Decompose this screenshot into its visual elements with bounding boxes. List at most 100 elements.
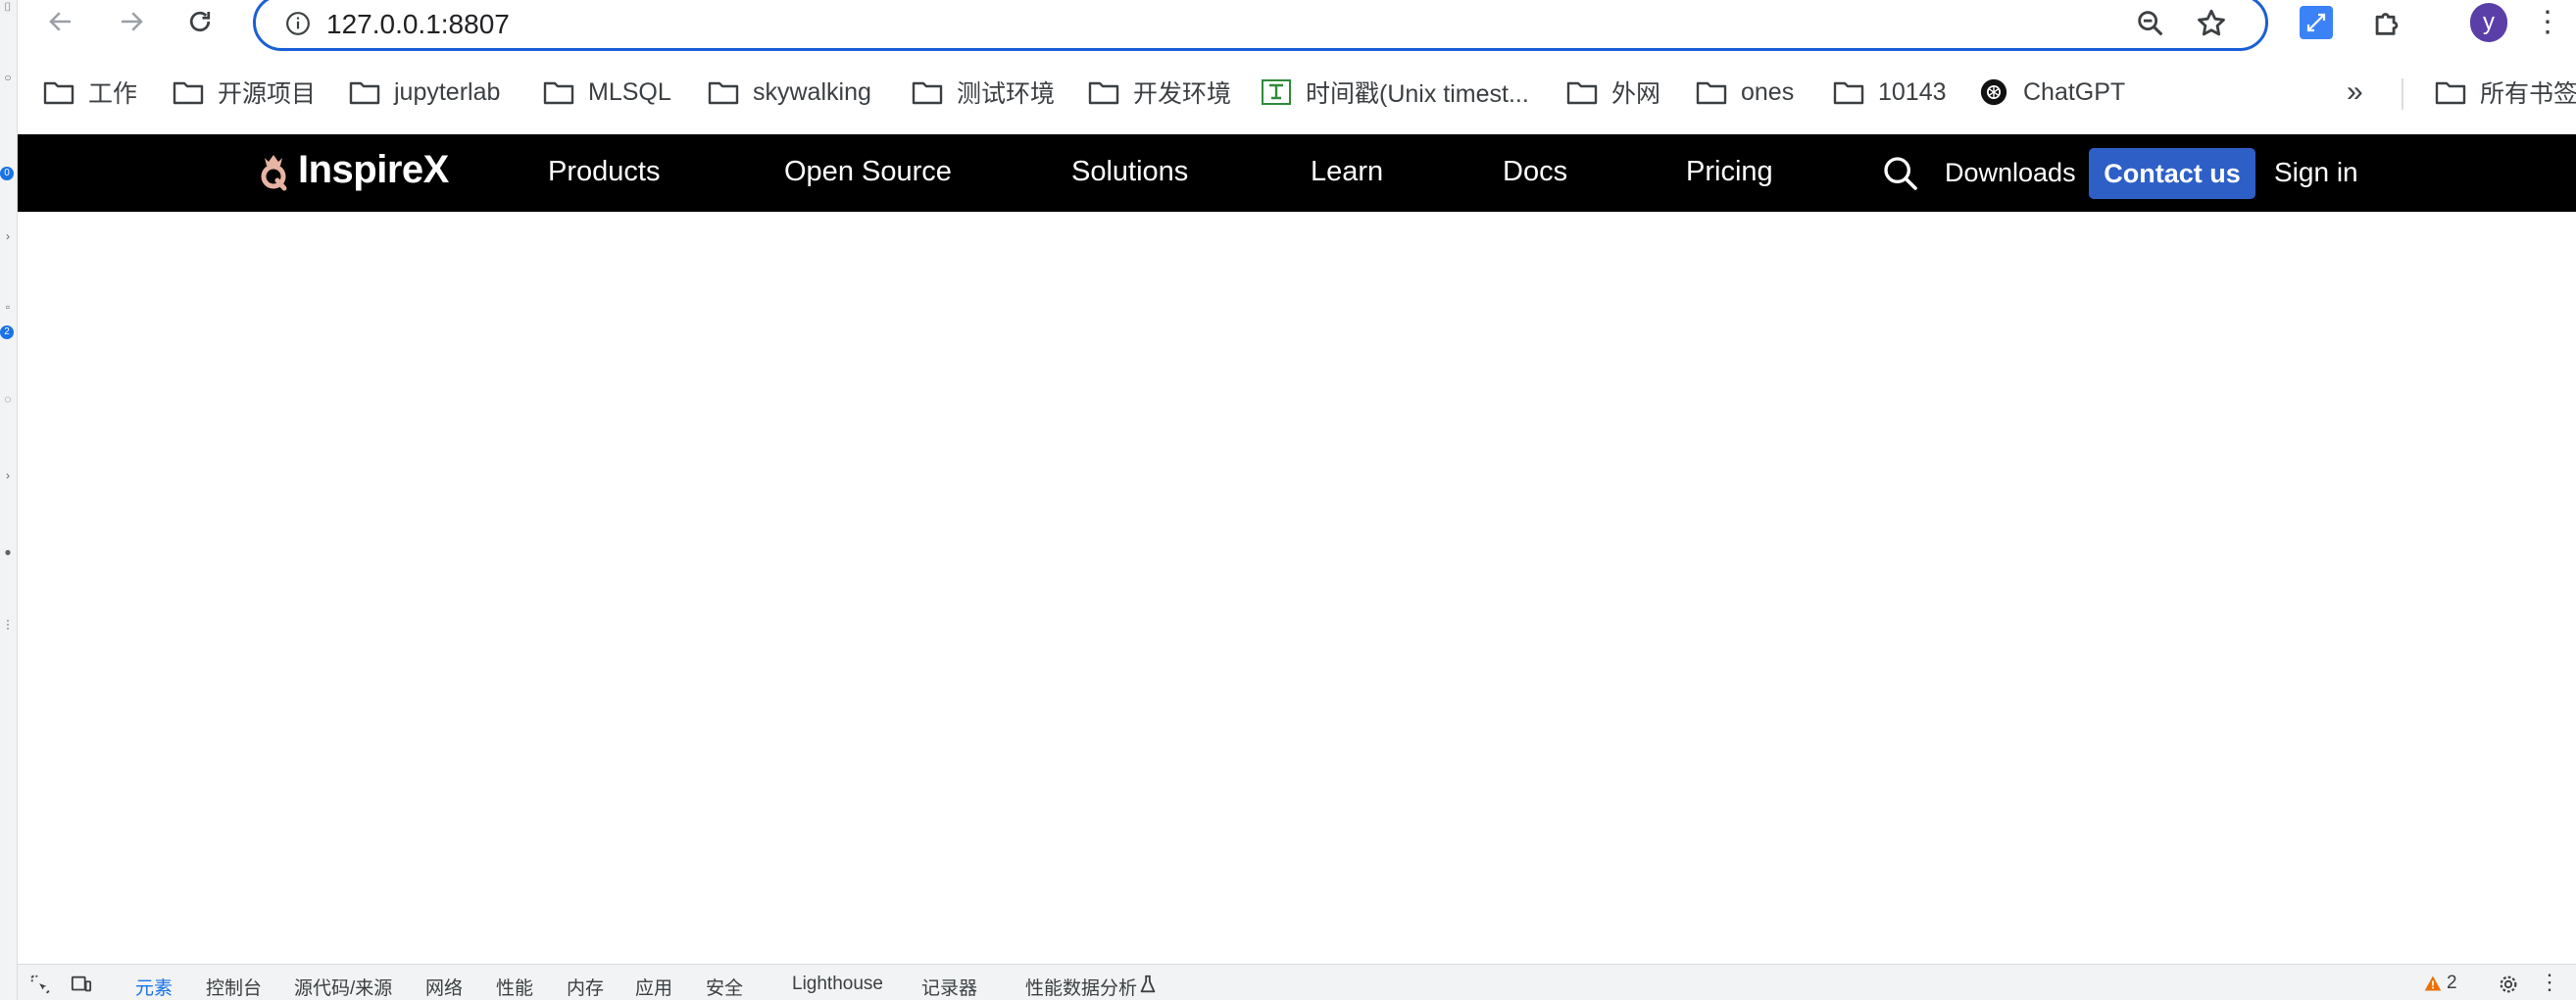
strip-badge: 2	[0, 325, 14, 339]
downloads-link[interactable]: Downloads	[1945, 158, 2076, 188]
bookmark-label: 开源项目	[218, 80, 317, 108]
bookmark-label: ones	[1741, 77, 1795, 106]
devtools-tab-bar: 元素 控制台 源代码/来源 网络 性能 内存 应用 安全 Lighthouse …	[18, 964, 2576, 1000]
device-toolbar-icon[interactable]	[71, 974, 92, 995]
browser-menu-button[interactable]: ⋮	[2533, 4, 2562, 41]
bookmark-item[interactable]: MLSQL	[543, 75, 671, 110]
folder-icon	[1088, 81, 1119, 105]
profile-button[interactable]: y	[2470, 3, 2507, 42]
warning-counter[interactable]: 2	[2423, 973, 2457, 994]
bookmark-item[interactable]: 开发环境	[1088, 75, 1231, 110]
bookmark-label: MLSQL	[588, 77, 671, 106]
nav-solutions[interactable]: Solutions	[1071, 156, 1188, 188]
nav-open-source[interactable]: Open Source	[784, 156, 952, 188]
contact-us-button[interactable]: Contact us	[2089, 148, 2255, 199]
bookmark-item[interactable]: ChatGPT	[1978, 75, 2125, 110]
forward-button[interactable]	[114, 4, 149, 39]
devtools-tab-sources[interactable]: 源代码/来源	[294, 974, 392, 1000]
strip-icon[interactable]: ⌷	[1, 0, 15, 14]
devtools-tab-console[interactable]: 控制台	[206, 974, 262, 1000]
browser-window: ⌷ ○ 0 › ▫ 2 ◌ › ● ⋮ 127.0.0.1:8807 y ⋮ 工…	[0, 0, 2576, 1000]
devtools-tab-elements[interactable]: 元素	[135, 974, 173, 1000]
bookmark-label: jupyterlab	[394, 77, 501, 106]
reload-icon	[189, 11, 211, 32]
folder-icon	[708, 81, 739, 105]
inspect-element-icon[interactable]	[29, 974, 51, 995]
flask-icon	[1140, 975, 1156, 993]
strip-icon[interactable]: ○	[1, 71, 15, 84]
devtools-tab-memory[interactable]: 内存	[567, 974, 604, 1000]
folder-icon	[173, 81, 204, 105]
strip-icon[interactable]: ◌	[1, 392, 15, 406]
bookmark-label: ChatGPT	[2023, 77, 2126, 106]
bookmark-label: 工作	[88, 80, 138, 108]
devtools-tab-performance[interactable]: 性能	[496, 974, 533, 1000]
devtools-tab-security[interactable]: 安全	[706, 974, 743, 1000]
strip-badge: 0	[0, 167, 14, 180]
strip-icon[interactable]: ●	[1, 545, 15, 559]
bookmark-label: 所有书签	[2480, 80, 2576, 108]
devtools-tab-recorder[interactable]: 记录器	[921, 974, 977, 1000]
back-arrow-icon	[49, 12, 71, 31]
bookmarks-divider	[2402, 78, 2403, 110]
warning-icon	[2424, 975, 2442, 991]
devtools-tab-lighthouse[interactable]: Lighthouse	[792, 974, 883, 995]
extension-button[interactable]	[2298, 4, 2335, 41]
search-icon[interactable]	[1881, 154, 1920, 193]
sign-in-link[interactable]: Sign in	[2274, 157, 2358, 188]
folder-icon	[912, 81, 943, 105]
folder-icon	[349, 81, 380, 105]
browser-toolbar: 127.0.0.1:8807 y ⋮	[18, 0, 2576, 51]
chatgpt-icon	[1980, 78, 2007, 106]
bookmark-label: 测试环境	[957, 80, 1056, 108]
logo-text: InspireX	[298, 148, 449, 191]
settings-gear-icon[interactable]	[2498, 974, 2519, 995]
folder-icon	[1696, 81, 1727, 105]
reload-button[interactable]	[182, 4, 218, 39]
more-bookmarks-button[interactable]: »	[2347, 75, 2363, 110]
devtools-tab-network[interactable]: 网络	[425, 974, 463, 1000]
bookmark-item[interactable]: 工作	[43, 75, 137, 110]
bookmark-item[interactable]: 10143	[1833, 75, 1947, 110]
bookmark-label: 10143	[1878, 77, 1947, 106]
devtools-tab-application[interactable]: 应用	[635, 974, 672, 1000]
site-info-icon[interactable]	[285, 11, 311, 36]
zoom-icon[interactable]	[2134, 7, 2167, 40]
warning-count: 2	[2447, 973, 2457, 993]
bookmark-item[interactable]: 时间戳(Unix timest...	[1261, 75, 1529, 110]
address-bar[interactable]: 127.0.0.1:8807	[253, 0, 2268, 51]
site-logo[interactable]: InspireX	[257, 148, 449, 192]
bookmark-label: skywalking	[753, 77, 871, 106]
folder-icon	[543, 81, 574, 105]
nav-products[interactable]: Products	[548, 156, 660, 188]
nav-docs[interactable]: Docs	[1503, 156, 1567, 188]
bookmark-label: 时间戳(Unix timest...	[1306, 80, 1529, 108]
devtools-tab-performance-insights[interactable]: 性能数据分析	[1025, 974, 1137, 1000]
strip-icon[interactable]: ›	[1, 469, 15, 482]
folder-icon	[1566, 81, 1598, 105]
timestamp-site-icon	[1262, 79, 1291, 105]
bookmark-item[interactable]: jupyterlab	[349, 75, 500, 110]
bookmark-item[interactable]: 所有书签	[2435, 75, 2576, 110]
bookmarks-bar: 工作 开源项目 jupyterlab MLSQL skywalking 测试环境…	[18, 67, 2576, 120]
nav-pricing[interactable]: Pricing	[1686, 156, 1773, 188]
forward-arrow-icon	[122, 12, 143, 31]
extensions-button[interactable]	[2368, 4, 2405, 41]
strip-icon[interactable]: ›	[1, 229, 15, 243]
devtools-menu-icon[interactable]: ⋮	[2539, 970, 2560, 995]
bookmark-item[interactable]: 测试环境	[912, 75, 1055, 110]
bookmark-item[interactable]: 外网	[1566, 75, 1660, 110]
nav-learn[interactable]: Learn	[1311, 156, 1383, 188]
bookmark-label: 外网	[1611, 80, 1661, 108]
bookmark-item[interactable]: skywalking	[708, 75, 871, 110]
site-header: InspireX Products Open Source Solutions …	[18, 134, 2576, 212]
bookmark-item[interactable]: ones	[1696, 75, 1794, 110]
bookmark-star-icon[interactable]	[2195, 7, 2228, 40]
back-button[interactable]	[43, 4, 78, 39]
bookmark-item[interactable]: 开源项目	[173, 75, 316, 110]
devtools-side-strip: ⌷ ○ 0 › ▫ 2 ◌ › ● ⋮	[0, 0, 18, 1000]
url-text[interactable]: 127.0.0.1:8807	[326, 9, 510, 40]
folder-icon	[43, 81, 74, 105]
strip-icon[interactable]: ⋮	[1, 618, 15, 631]
strip-icon[interactable]: ▫	[1, 300, 15, 314]
